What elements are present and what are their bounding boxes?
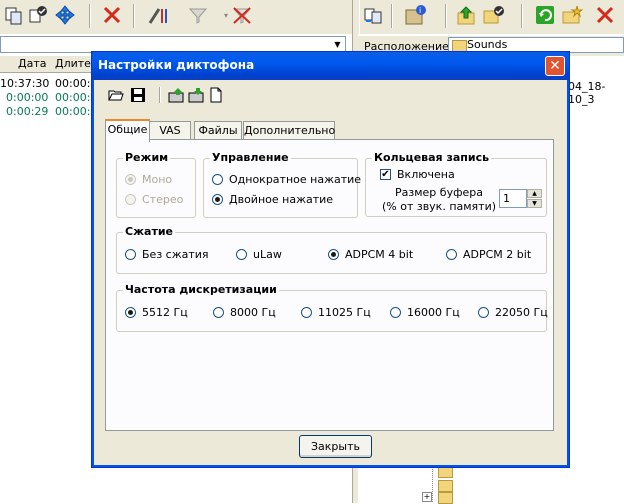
location-value: Sounds (467, 38, 508, 51)
control-group: Управление Однократное нажатие Двойное н… (203, 151, 361, 218)
dialog-titlebar[interactable]: Настройки диктофона ✕ (92, 52, 569, 80)
new-folder-icon[interactable] (560, 3, 584, 27)
filter-icon[interactable] (186, 3, 210, 27)
control-double-press-radio[interactable]: Двойное нажатие (212, 193, 333, 206)
main-toolbar: ▾ i (0, 0, 624, 35)
tab-panel-general: Режим Моно Стерео Управление Однократное… (105, 139, 554, 431)
close-icon[interactable]: ✕ (545, 56, 565, 76)
rate-8000-radio[interactable]: 8000 Гц (213, 306, 276, 319)
buffer-size-spinner[interactable]: 1 ▲ ▼ (499, 189, 544, 208)
new-document-icon[interactable] (207, 86, 225, 104)
refresh-icon[interactable] (533, 3, 557, 27)
file-name[interactable]: 04_18-10_3 (568, 80, 624, 106)
control-label: Управление (210, 151, 291, 164)
clear-filter-icon[interactable] (230, 3, 254, 27)
download-from-device-icon[interactable] (187, 86, 205, 104)
compression-adpcm4-radio[interactable]: ADPCM 4 bit (328, 248, 413, 261)
compression-group: Сжатие Без сжатия uLaw ADPCM 4 bit ADPCM… (116, 225, 547, 274)
dialog-title: Настройки диктофона (98, 58, 255, 72)
buffer-size-input[interactable]: 1 (499, 189, 527, 208)
copy-check-icon[interactable] (26, 3, 50, 27)
compression-ulaw-radio[interactable]: uLaw (236, 248, 282, 261)
spin-down-icon[interactable]: ▼ (527, 199, 542, 208)
folder-check-icon[interactable] (482, 3, 506, 27)
ring-enabled-checkbox[interactable]: ✔ Включена (380, 168, 455, 181)
compression-adpcm2-radio[interactable]: ADPCM 2 bit (446, 248, 531, 261)
close-button[interactable]: Закрыть (299, 435, 372, 458)
compression-none-radio[interactable]: Без сжатия (125, 248, 209, 261)
dialog-toolbar (103, 84, 233, 106)
folder-icon[interactable] (438, 492, 453, 504)
save-icon[interactable] (129, 86, 147, 104)
tab-vas[interactable]: VAS (149, 121, 191, 140)
recorder-settings-dialog: Настройки диктофона ✕ Общие VAS Файлы До… (91, 51, 570, 468)
tab-files[interactable]: Файлы (194, 121, 242, 140)
sample-rate-label: Частота дискретизации (123, 283, 279, 296)
swap-icon[interactable] (362, 3, 386, 27)
copy-icon[interactable] (2, 3, 26, 27)
rate-16000-radio[interactable]: 16000 Гц (390, 306, 460, 319)
properties-icon[interactable]: i (404, 3, 428, 27)
compression-label: Сжатие (123, 225, 175, 238)
sample-rate-group: Частота дискретизации 5512 Гц 8000 Гц 11… (116, 283, 548, 332)
control-single-press-radio[interactable]: Однократное нажатие (212, 173, 361, 186)
mode-group: Режим Моно Стерео (116, 151, 196, 218)
ring-record-label: Кольцевая запись (372, 151, 492, 164)
ring-record-group: Кольцевая запись ✔ Включена Размер буфера… (365, 151, 547, 217)
folder-icon[interactable] (438, 480, 453, 492)
chevron-down-icon[interactable]: ▼ (330, 37, 345, 52)
upload-to-device-icon[interactable] (167, 86, 185, 104)
mode-label: Режим (123, 151, 171, 164)
mode-mono-radio[interactable]: Моно (125, 173, 172, 186)
rate-11025-radio[interactable]: 11025 Гц (301, 306, 371, 319)
spin-up-icon[interactable]: ▲ (527, 189, 542, 198)
tools-icon[interactable] (146, 3, 170, 27)
rate-5512-radio[interactable]: 5512 Гц (125, 306, 188, 319)
column-header-date[interactable]: Дата (18, 57, 46, 70)
buffer-size-hint: (% от звук. памяти) (381, 200, 497, 213)
mode-stereo-radio[interactable]: Стерео (125, 193, 183, 206)
tab-general[interactable]: Общие (105, 119, 150, 142)
up-folder-icon[interactable] (455, 3, 479, 27)
move-arrows-icon[interactable] (53, 3, 77, 27)
tab-advanced[interactable]: Дополнительно (243, 121, 335, 140)
open-folder-icon[interactable] (107, 86, 125, 104)
delete-folder-icon[interactable] (593, 3, 617, 27)
tree-expand-icon[interactable]: + (422, 492, 432, 502)
svg-text:i: i (419, 6, 421, 15)
delete-icon[interactable] (100, 3, 124, 27)
rate-22050-radio[interactable]: 22050 Гц (478, 306, 548, 319)
buffer-size-label: Размер буфера (395, 186, 483, 199)
